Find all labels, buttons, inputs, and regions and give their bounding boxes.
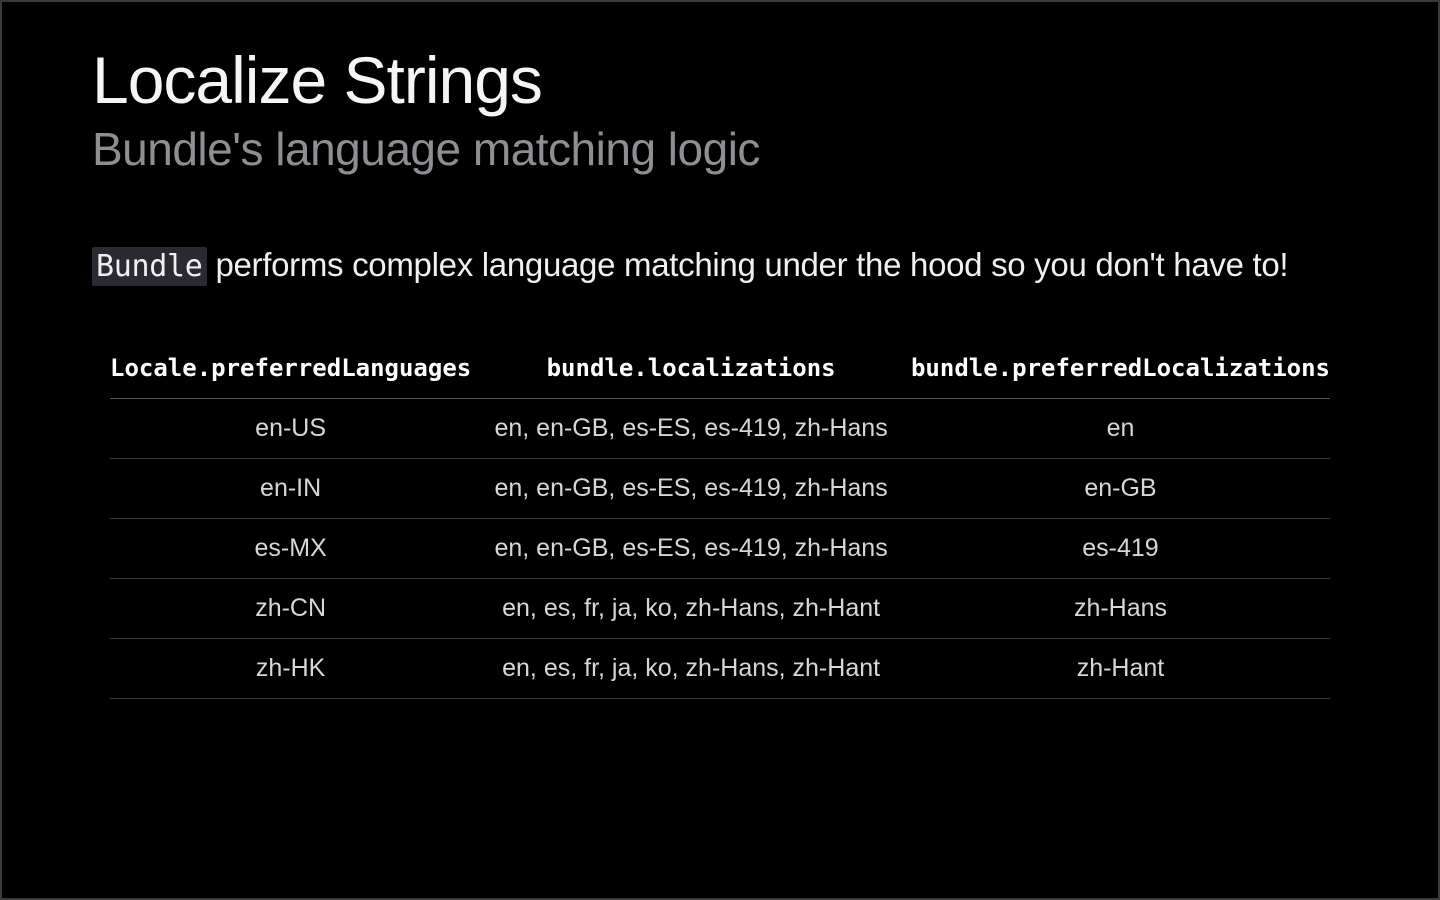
cell-preferred-languages: en-IN bbox=[110, 459, 471, 519]
slide-subtitle: Bundle's language matching logic bbox=[92, 122, 1348, 176]
cell-preferred-languages: es-MX bbox=[110, 519, 471, 579]
slide-description: Bundle performs complex language matchin… bbox=[92, 246, 1348, 284]
description-text: performs complex language matching under… bbox=[207, 246, 1289, 283]
table-row: en-US en, en-GB, es-ES, es-419, zh-Hans … bbox=[110, 399, 1330, 459]
cell-preferred-localizations: zh-Hans bbox=[911, 579, 1330, 639]
table-row: en-IN en, en-GB, es-ES, es-419, zh-Hans … bbox=[110, 459, 1330, 519]
table-row: zh-CN en, es, fr, ja, ko, zh-Hans, zh-Ha… bbox=[110, 579, 1330, 639]
table-row: zh-HK en, es, fr, ja, ko, zh-Hans, zh-Ha… bbox=[110, 639, 1330, 699]
cell-preferred-localizations: zh-Hant bbox=[911, 639, 1330, 699]
cell-preferred-localizations: en bbox=[911, 399, 1330, 459]
header-preferred-languages: Locale.preferredLanguages bbox=[110, 344, 471, 399]
slide-container: Localize Strings Bundle's language match… bbox=[2, 2, 1438, 699]
table-wrapper: Locale.preferredLanguages bundle.localiz… bbox=[92, 344, 1348, 699]
cell-preferred-languages: en-US bbox=[110, 399, 471, 459]
cell-preferred-localizations: es-419 bbox=[911, 519, 1330, 579]
cell-localizations: en, en-GB, es-ES, es-419, zh-Hans bbox=[471, 399, 911, 459]
header-localizations: bundle.localizations bbox=[471, 344, 911, 399]
code-token-bundle: Bundle bbox=[92, 247, 207, 286]
header-preferred-localizations: bundle.preferredLocalizations bbox=[911, 344, 1330, 399]
table-row: es-MX en, en-GB, es-ES, es-419, zh-Hans … bbox=[110, 519, 1330, 579]
language-matching-table: Locale.preferredLanguages bundle.localiz… bbox=[110, 344, 1330, 699]
cell-preferred-languages: zh-HK bbox=[110, 639, 471, 699]
cell-preferred-localizations: en-GB bbox=[911, 459, 1330, 519]
cell-localizations: en, en-GB, es-ES, es-419, zh-Hans bbox=[471, 519, 911, 579]
cell-localizations: en, en-GB, es-ES, es-419, zh-Hans bbox=[471, 459, 911, 519]
slide-title: Localize Strings bbox=[92, 42, 1348, 118]
table-body: en-US en, en-GB, es-ES, es-419, zh-Hans … bbox=[110, 399, 1330, 699]
cell-localizations: en, es, fr, ja, ko, zh-Hans, zh-Hant bbox=[471, 579, 911, 639]
cell-localizations: en, es, fr, ja, ko, zh-Hans, zh-Hant bbox=[471, 639, 911, 699]
table-header-row: Locale.preferredLanguages bundle.localiz… bbox=[110, 344, 1330, 399]
cell-preferred-languages: zh-CN bbox=[110, 579, 471, 639]
